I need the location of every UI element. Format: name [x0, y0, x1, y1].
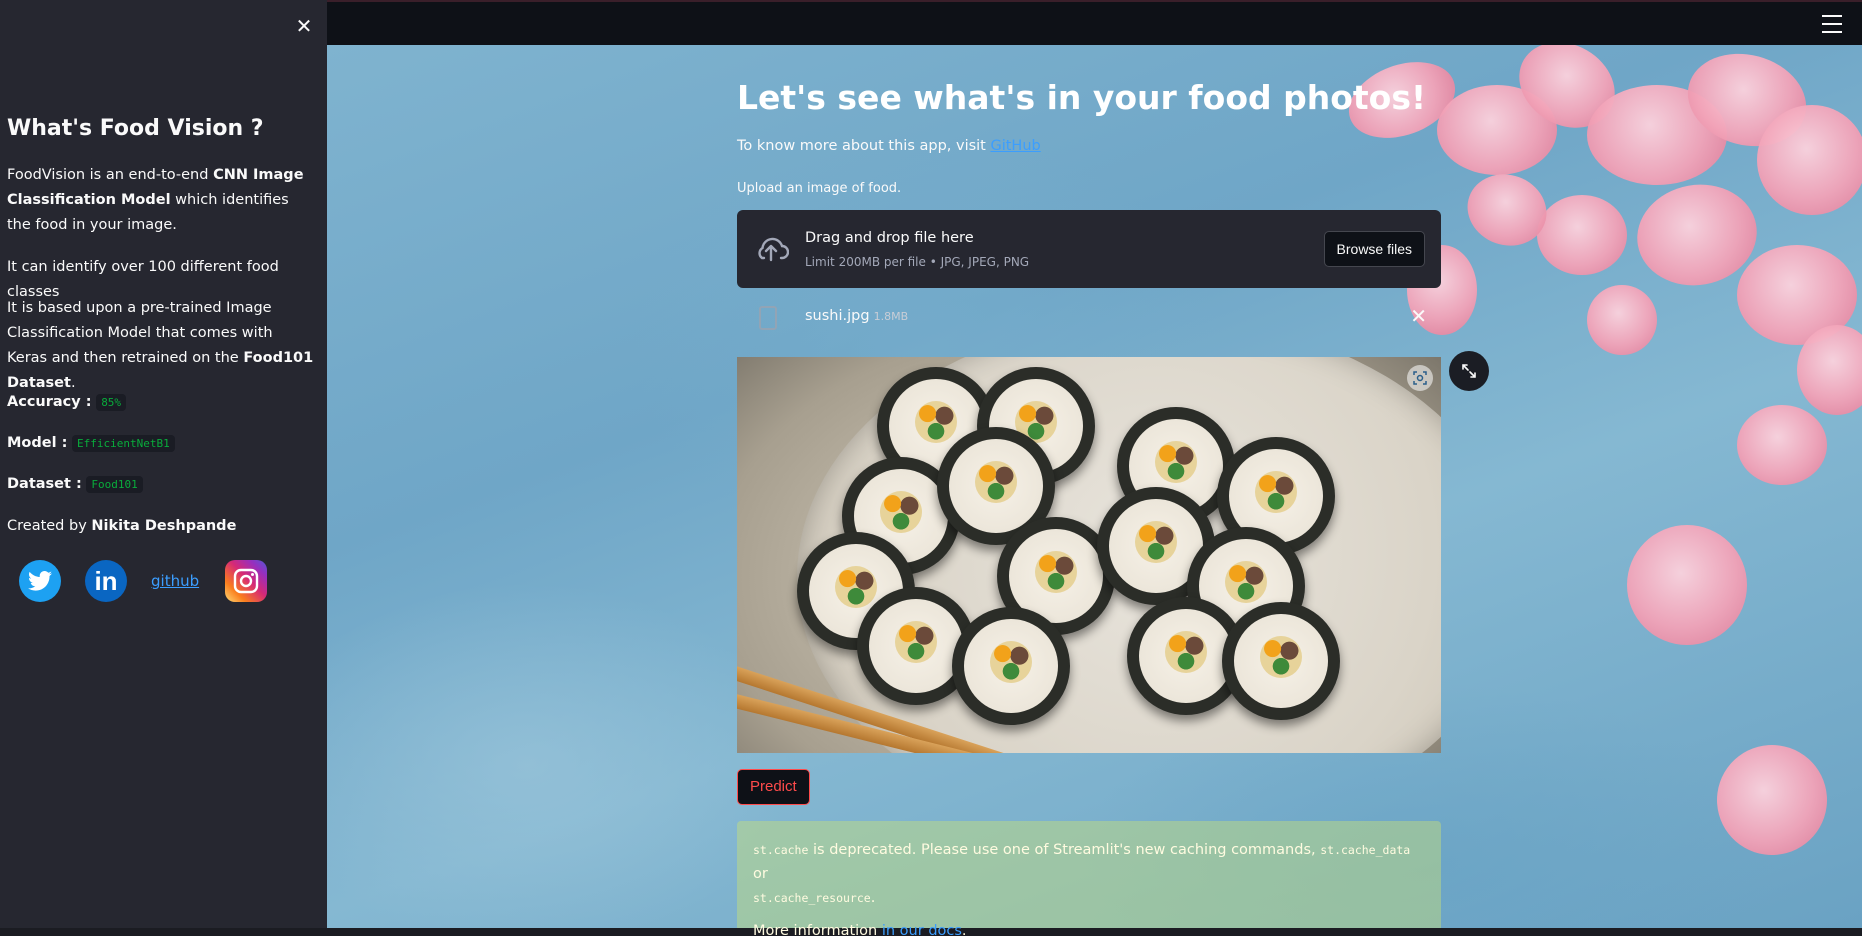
predict-button[interactable]: Predict — [737, 769, 810, 805]
fullscreen-icon[interactable] — [1449, 351, 1489, 391]
food-image — [737, 357, 1441, 753]
page-title: Let's see what's in your food photos! — [737, 78, 1427, 117]
app-header — [327, 0, 1862, 45]
accuracy-row: Accuracy : 85% — [7, 390, 317, 415]
sidebar: ✕ What's Food Vision ? FoodVision is an … — [0, 0, 327, 928]
dataset-row: Dataset : Food101 — [7, 472, 317, 497]
cloud-upload-icon — [758, 237, 789, 262]
hamburger-menu-icon[interactable] — [1822, 15, 1842, 33]
file-size: 1.8MB — [873, 310, 909, 323]
deprecation-warning: st.cache is deprecated. Please use one o… — [737, 821, 1441, 936]
social-links: in github — [19, 560, 291, 602]
docs-link[interactable]: in our docs — [882, 923, 962, 936]
github-info: To know more about this app, visit GitHu… — [737, 138, 1041, 154]
file-dropzone[interactable]: Drag and drop file here Limit 200MB per … — [737, 210, 1441, 288]
remove-file-icon[interactable]: ✕ — [1410, 304, 1427, 328]
file-name: sushi.jpg — [805, 308, 870, 324]
dropzone-title: Drag and drop file here — [805, 230, 974, 246]
linkedin-icon[interactable]: in — [85, 560, 127, 602]
github-link[interactable]: GitHub — [990, 138, 1040, 154]
browse-files-button[interactable]: Browse files — [1323, 231, 1425, 267]
model-row: Model : EfficientNetB1 — [7, 431, 317, 456]
model-value: EfficientNetB1 — [72, 435, 175, 452]
created-by: Created by Nikita Deshpande — [7, 518, 237, 534]
twitter-icon[interactable] — [19, 560, 61, 602]
dataset-value: Food101 — [86, 476, 143, 493]
uploaded-file: sushi.jpg 1.8MB ✕ — [737, 300, 1441, 336]
instagram-icon[interactable] — [225, 560, 268, 602]
file-icon — [759, 306, 777, 330]
screenshot-icon[interactable] — [1407, 365, 1433, 391]
close-sidebar-icon[interactable]: ✕ — [292, 14, 316, 38]
sidebar-title: What's Food Vision ? — [7, 116, 264, 141]
github-icon[interactable]: github — [151, 560, 199, 602]
accuracy-value: 85% — [96, 394, 127, 411]
upload-label: Upload an image of food. — [737, 181, 902, 196]
dropzone-limit: Limit 200MB per file • JPG, JPEG, PNG — [805, 255, 1030, 269]
sidebar-model-text: It is based upon a pre-trained Image Cla… — [7, 300, 314, 391]
sidebar-description: FoodVision is an end-to-end CNN Image Cl… — [7, 167, 304, 233]
